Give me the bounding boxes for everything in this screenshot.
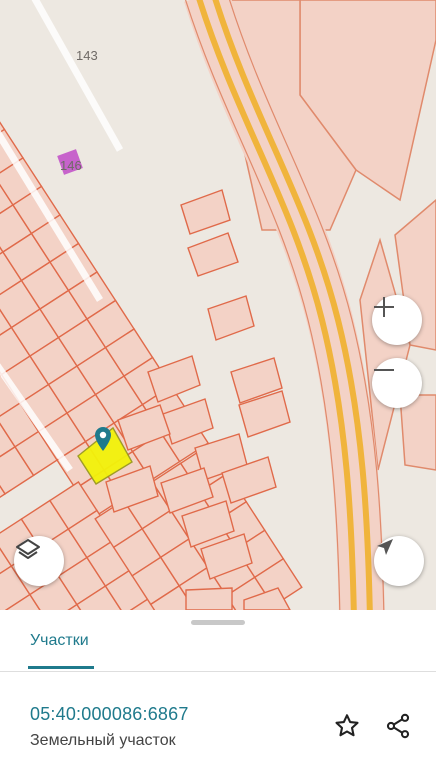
layers-button[interactable] [14, 536, 64, 586]
favorite-button[interactable] [330, 709, 364, 743]
tab-indicator [28, 666, 94, 669]
location-pin-icon [95, 427, 111, 451]
parcel-type: Земельный участок [30, 732, 176, 749]
star-icon [335, 714, 359, 737]
cadastral-number[interactable]: 05:40:000086:6867 [30, 704, 189, 725]
layers-icon [16, 539, 40, 559]
house-number-143: 143 [76, 48, 98, 63]
sheet-drag-handle[interactable] [191, 620, 245, 625]
map-canvas[interactable] [0, 0, 436, 610]
map-view[interactable]: 143 146 [0, 0, 436, 610]
house-number-146: 146 [60, 158, 82, 173]
zoom-in-button[interactable] [372, 295, 422, 345]
tab-parcels[interactable]: Участки [30, 632, 89, 650]
navigation-arrow-icon [377, 539, 393, 555]
plus-icon [374, 297, 394, 317]
minus-icon [374, 369, 394, 371]
bottom-sheet[interactable]: Участки 05:40:000086:6867 Земельный учас… [0, 610, 436, 767]
zoom-out-button[interactable] [372, 358, 422, 408]
share-button[interactable] [381, 709, 415, 743]
divider [0, 671, 436, 672]
my-location-button[interactable] [374, 536, 424, 586]
share-icon [386, 713, 410, 739]
